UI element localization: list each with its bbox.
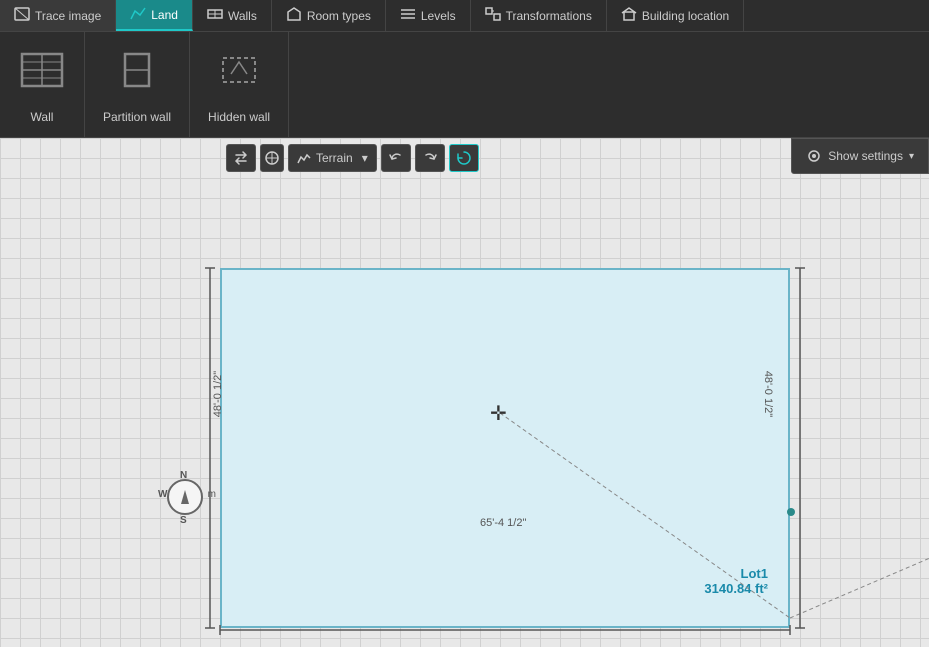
terrain-dropdown-arrow: ▾ bbox=[362, 151, 368, 165]
terrain-label: Terrain bbox=[316, 151, 353, 165]
swap-button[interactable] bbox=[226, 144, 256, 172]
undo-button[interactable] bbox=[381, 144, 411, 172]
redo-button[interactable] bbox=[415, 144, 445, 172]
nav-item-building-location[interactable]: Building location bbox=[607, 0, 744, 31]
hidden-wall-icon bbox=[215, 46, 263, 102]
compass-west: W bbox=[158, 489, 167, 500]
lot-name: Lot1 bbox=[704, 566, 768, 581]
lot-area: Lot1 3140.84 ft² bbox=[220, 268, 790, 628]
trace-image-icon bbox=[14, 7, 30, 24]
show-settings-button[interactable]: Show settings ▾ bbox=[791, 138, 929, 174]
canvas-container: Terrain ▾ Show settings ▾ Lot1 3140.84 f… bbox=[0, 138, 929, 647]
dimension-label-vertical-right: 48'-0 1/2" bbox=[762, 371, 774, 417]
tool-partition-wall-label: Partition wall bbox=[103, 110, 171, 124]
canvas-toolbar: Terrain ▾ bbox=[220, 138, 485, 178]
nav-item-levels-label: Levels bbox=[421, 9, 456, 23]
lot-label: Lot1 3140.84 ft² bbox=[704, 566, 768, 596]
compass-circle bbox=[167, 479, 203, 515]
terrain-dropdown[interactable]: Terrain ▾ bbox=[288, 144, 377, 172]
nav-item-land[interactable]: Land bbox=[116, 0, 193, 31]
nav-item-walls-label: Walls bbox=[228, 9, 257, 23]
refresh-button[interactable] bbox=[449, 144, 479, 172]
land-icon bbox=[130, 6, 146, 23]
partition-wall-icon bbox=[113, 46, 161, 102]
tool-partition-wall[interactable]: Partition wall bbox=[85, 32, 190, 137]
nav-item-trace-image-label: Trace image bbox=[35, 9, 101, 23]
tool-hidden-wall-label: Hidden wall bbox=[208, 110, 270, 124]
nav-item-transformations-label: Transformations bbox=[506, 9, 592, 23]
nav-item-room-types-label: Room types bbox=[307, 9, 371, 23]
move-cursor: ✛ bbox=[490, 401, 507, 426]
tool-wall-label: Wall bbox=[31, 110, 54, 124]
nav-item-transformations[interactable]: Transformations bbox=[471, 0, 607, 31]
tool-hidden-wall[interactable]: Hidden wall bbox=[190, 32, 289, 137]
compass-south: S bbox=[180, 515, 187, 526]
nav-item-room-types[interactable]: Room types bbox=[272, 0, 386, 31]
show-settings-arrow: ▾ bbox=[909, 151, 914, 162]
transformations-icon bbox=[485, 7, 501, 24]
wall-icon bbox=[18, 46, 66, 102]
compass-m: m bbox=[208, 489, 216, 500]
room-types-icon bbox=[286, 7, 302, 24]
levels-icon bbox=[400, 7, 416, 24]
elevation-icon bbox=[260, 144, 284, 172]
show-settings-label: Show settings bbox=[828, 149, 903, 163]
nav-item-walls[interactable]: Walls bbox=[193, 0, 272, 31]
compass-arrow bbox=[181, 490, 189, 504]
nav-item-building-location-label: Building location bbox=[642, 9, 729, 23]
dimension-label-vertical-left: 48'-0 1/2" bbox=[212, 371, 224, 417]
tool-wall[interactable]: Wall bbox=[0, 32, 85, 137]
nav-item-trace-image[interactable]: Trace image bbox=[0, 0, 116, 31]
tool-bar: Wall Partition wall Hidden wall bbox=[0, 32, 929, 138]
building-location-icon bbox=[621, 7, 637, 24]
nav-item-land-label: Land bbox=[151, 8, 178, 22]
nav-bar: Trace image Land Walls Room types Levels… bbox=[0, 0, 929, 32]
dimension-label-horizontal: 65'-4 1/2" bbox=[480, 517, 526, 529]
nav-item-levels[interactable]: Levels bbox=[386, 0, 471, 31]
walls-icon bbox=[207, 7, 223, 24]
compass: N W m S bbox=[160, 472, 210, 522]
lot-corner-dot bbox=[787, 508, 795, 516]
lot-area-value: 3140.84 ft² bbox=[704, 581, 768, 596]
